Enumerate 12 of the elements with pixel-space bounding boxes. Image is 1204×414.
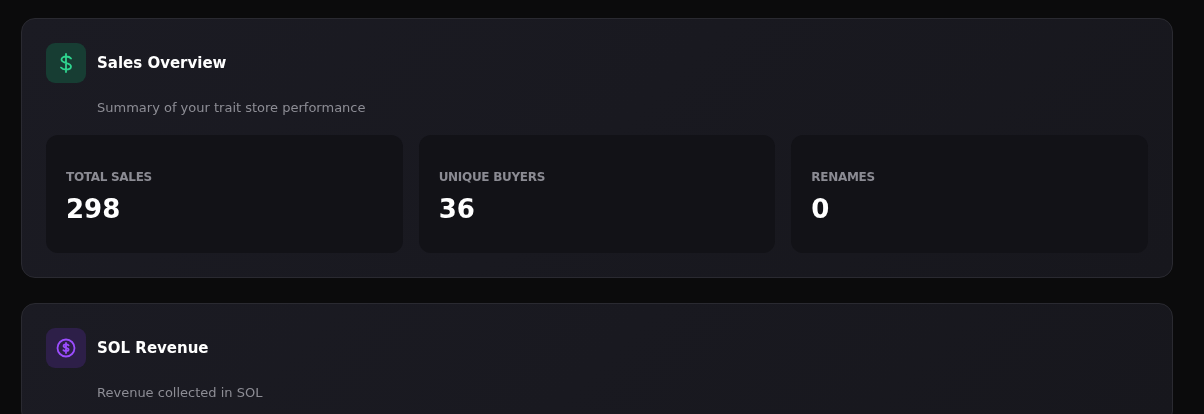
dollar-icon	[59, 53, 73, 73]
stat-value: 298	[66, 192, 122, 225]
stat-value: 0	[811, 192, 831, 225]
section-subtitle: Summary of your trait store performance	[97, 100, 367, 115]
stat-label: UNIQUE BUYERS	[438, 169, 546, 184]
stat-label: RENAMES	[811, 169, 876, 184]
coin-dollar-icon	[56, 338, 76, 358]
stat-label: TOTAL SALES	[66, 169, 153, 184]
section-title: Sales Overview	[97, 54, 227, 72]
section-subtitle: Revenue collected in SOL	[97, 385, 264, 400]
stat-value: 36	[438, 192, 476, 225]
section-title: SOL Revenue	[97, 339, 209, 357]
